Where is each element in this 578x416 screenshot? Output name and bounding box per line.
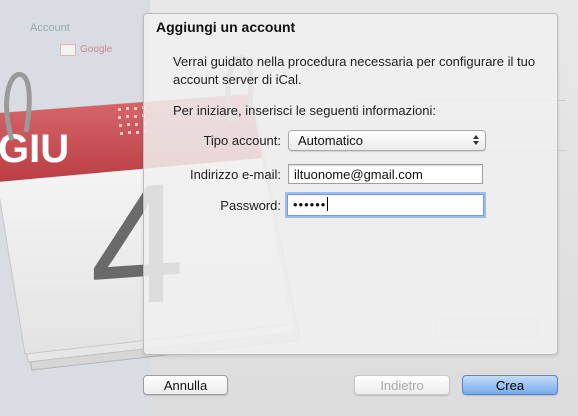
back-button[interactable]: Indietro <box>354 375 450 395</box>
add-account-sheet: Aggiungi un account Verrai guidato nella… <box>143 13 558 355</box>
sheet-title: Aggiungi un account <box>156 19 296 35</box>
cancel-button[interactable]: Annulla <box>143 375 228 395</box>
sheet-description: Verrai guidato nella procedura necessari… <box>173 54 536 87</box>
email-value: iltuonome@gmail.com <box>294 167 423 182</box>
email-field[interactable]: iltuonome@gmail.com <box>288 164 483 184</box>
background-sidebar-label: Account <box>30 22 70 34</box>
sheet-intro: Per iniziare, inserisci le seguenti info… <box>173 103 437 118</box>
password-field[interactable]: •••••• <box>287 194 484 216</box>
account-type-value: Automatico <box>298 133 364 148</box>
password-value: •••••• <box>293 197 327 212</box>
account-type-select[interactable]: Automatico <box>288 130 486 151</box>
password-label: Password: <box>220 198 281 213</box>
updown-arrows-icon <box>473 135 479 145</box>
create-button[interactable]: Crea <box>462 375 558 395</box>
text-cursor <box>327 197 329 211</box>
account-type-label: Tipo account: <box>203 133 281 148</box>
email-label: Indirizzo e-mail: <box>189 167 281 182</box>
